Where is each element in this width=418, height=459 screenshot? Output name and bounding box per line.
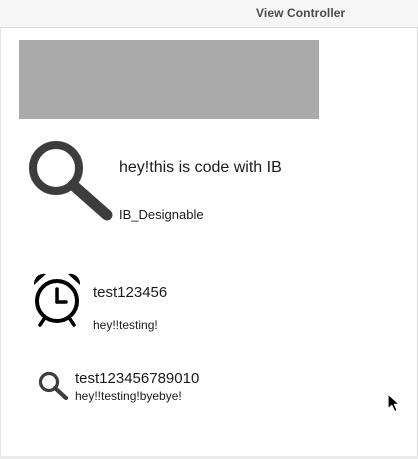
canvas-left-edge — [0, 28, 1, 459]
interface-builder-canvas: View Controller hey!this is code with IB… — [0, 0, 418, 459]
alarm-clock-icon[interactable] — [31, 271, 83, 327]
cell1-title: hey!this is code with IB — [119, 159, 282, 176]
cell3-title: test123456789010 — [75, 370, 200, 387]
search-icon[interactable] — [25, 137, 113, 221]
cell3-subtitle: hey!!testing!byebye! — [75, 389, 182, 403]
placeholder-view[interactable] — [19, 40, 319, 119]
cell1-subtitle: IB_Designable — [119, 207, 204, 222]
scene-title: View Controller — [256, 6, 346, 20]
search-icon[interactable] — [37, 370, 69, 401]
cell2-subtitle: hey!!testing! — [93, 318, 158, 332]
scene-title-bar[interactable]: View Controller — [0, 0, 418, 28]
mouse-cursor-icon — [387, 393, 401, 418]
cell2-title: test123456 — [93, 284, 168, 301]
